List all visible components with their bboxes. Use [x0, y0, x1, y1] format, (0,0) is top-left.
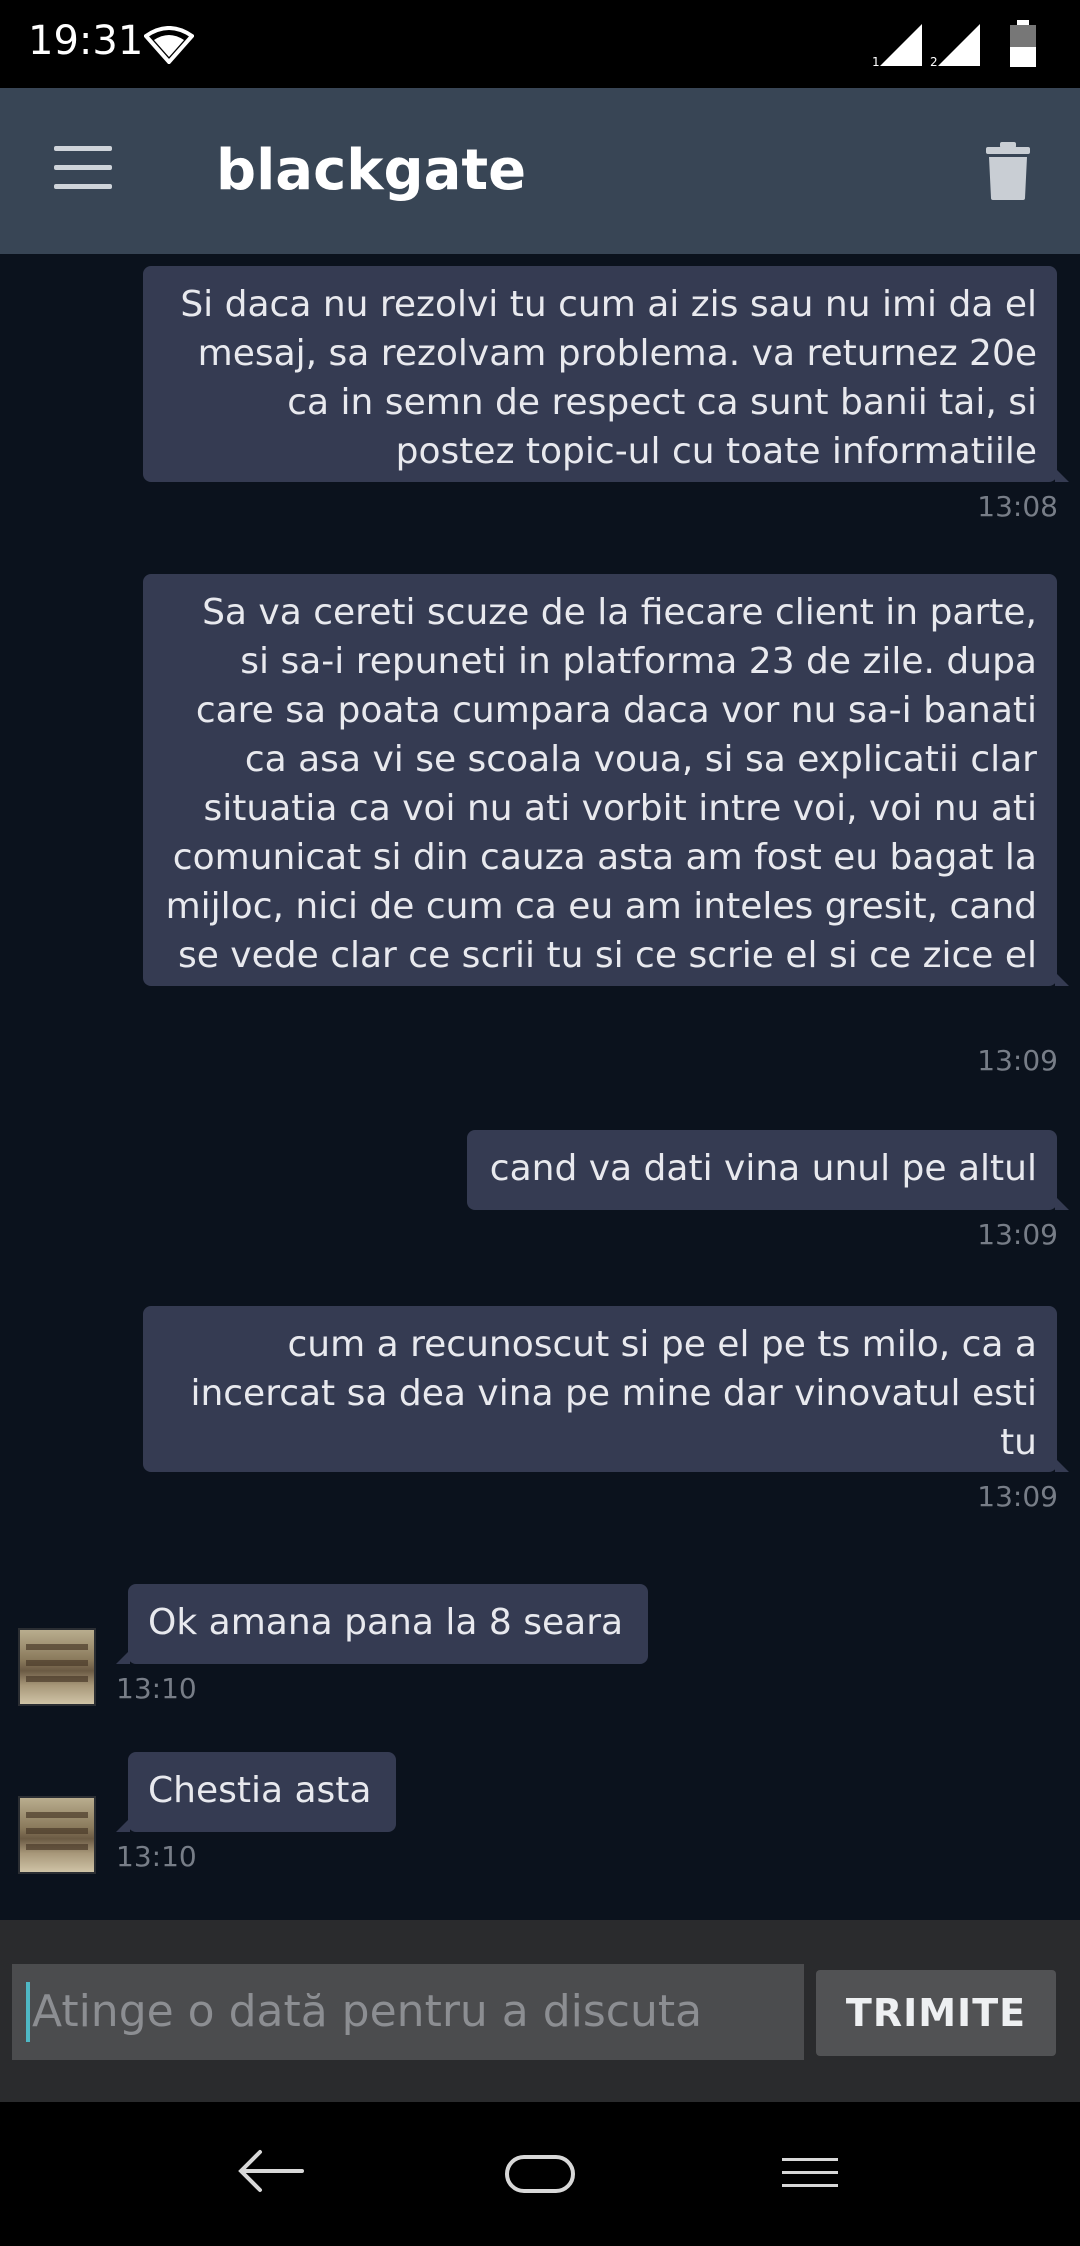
status-bar: 19:31 1 2 — [0, 0, 1080, 88]
message-bubble-outgoing[interactable]: cand va dati vina unul pe altul — [467, 1130, 1069, 1210]
svg-text:1: 1 — [872, 55, 880, 68]
message-time: 13:10 — [116, 1840, 197, 1873]
message-time: 13:09 — [977, 1044, 1058, 1077]
avatar[interactable] — [18, 1628, 96, 1706]
message-bubble-outgoing[interactable]: cum a recunoscut si pe el pe ts milo, ca… — [143, 1306, 1069, 1472]
wifi-icon — [144, 26, 194, 64]
battery-icon — [1010, 20, 1036, 67]
message-list[interactable]: Si daca nu rezolvi tu cum ai zis sau nu … — [0, 254, 1080, 1920]
signal-sim1-icon: 1 — [872, 24, 922, 68]
message-bubble-incoming[interactable]: Chestia asta — [116, 1752, 396, 1832]
chat-title: blackgate — [216, 138, 527, 203]
input-placeholder: Atinge o dată pentru a discuta — [32, 1986, 703, 2037]
avatar[interactable] — [18, 1796, 96, 1874]
message-time: 13:10 — [116, 1672, 197, 1705]
trash-icon[interactable] — [984, 142, 1032, 200]
navigation-bar — [0, 2102, 1080, 2246]
message-input[interactable]: Atinge o dată pentru a discuta — [12, 1964, 804, 2060]
text-caret — [26, 1982, 30, 2042]
message-time: 13:09 — [977, 1480, 1058, 1513]
message-time: 13:08 — [977, 490, 1058, 523]
menu-icon[interactable] — [54, 146, 112, 190]
send-button[interactable]: TRIMITE — [816, 1970, 1056, 2056]
message-bubble-outgoing[interactable]: Sa va cereti scuze de la fiecare client … — [143, 574, 1069, 986]
message-text: Chestia asta — [148, 1770, 372, 1811]
home-icon[interactable] — [504, 2154, 576, 2194]
message-text: cum a recunoscut si pe el pe ts milo, ca… — [190, 1324, 1037, 1463]
svg-text:2: 2 — [930, 55, 938, 68]
message-text: Si daca nu rezolvi tu cum ai zis sau nu … — [180, 284, 1037, 472]
message-text: Ok amana pana la 8 seara — [148, 1602, 624, 1643]
recent-apps-icon[interactable] — [780, 2156, 840, 2190]
composer: Atinge o dată pentru a discuta TRIMITE — [0, 1920, 1080, 2102]
status-time: 19:31 — [28, 18, 144, 64]
message-text: Sa va cereti scuze de la fiecare client … — [165, 592, 1037, 976]
app-bar: blackgate — [0, 88, 1080, 254]
message-bubble-incoming[interactable]: Ok amana pana la 8 seara — [116, 1584, 648, 1664]
message-text: cand va dati vina unul pe altul — [489, 1148, 1037, 1189]
signal-sim2-icon: 2 — [930, 24, 980, 68]
message-time: 13:09 — [977, 1218, 1058, 1251]
back-icon[interactable] — [236, 2146, 306, 2196]
message-bubble-outgoing[interactable]: Si daca nu rezolvi tu cum ai zis sau nu … — [143, 266, 1069, 482]
